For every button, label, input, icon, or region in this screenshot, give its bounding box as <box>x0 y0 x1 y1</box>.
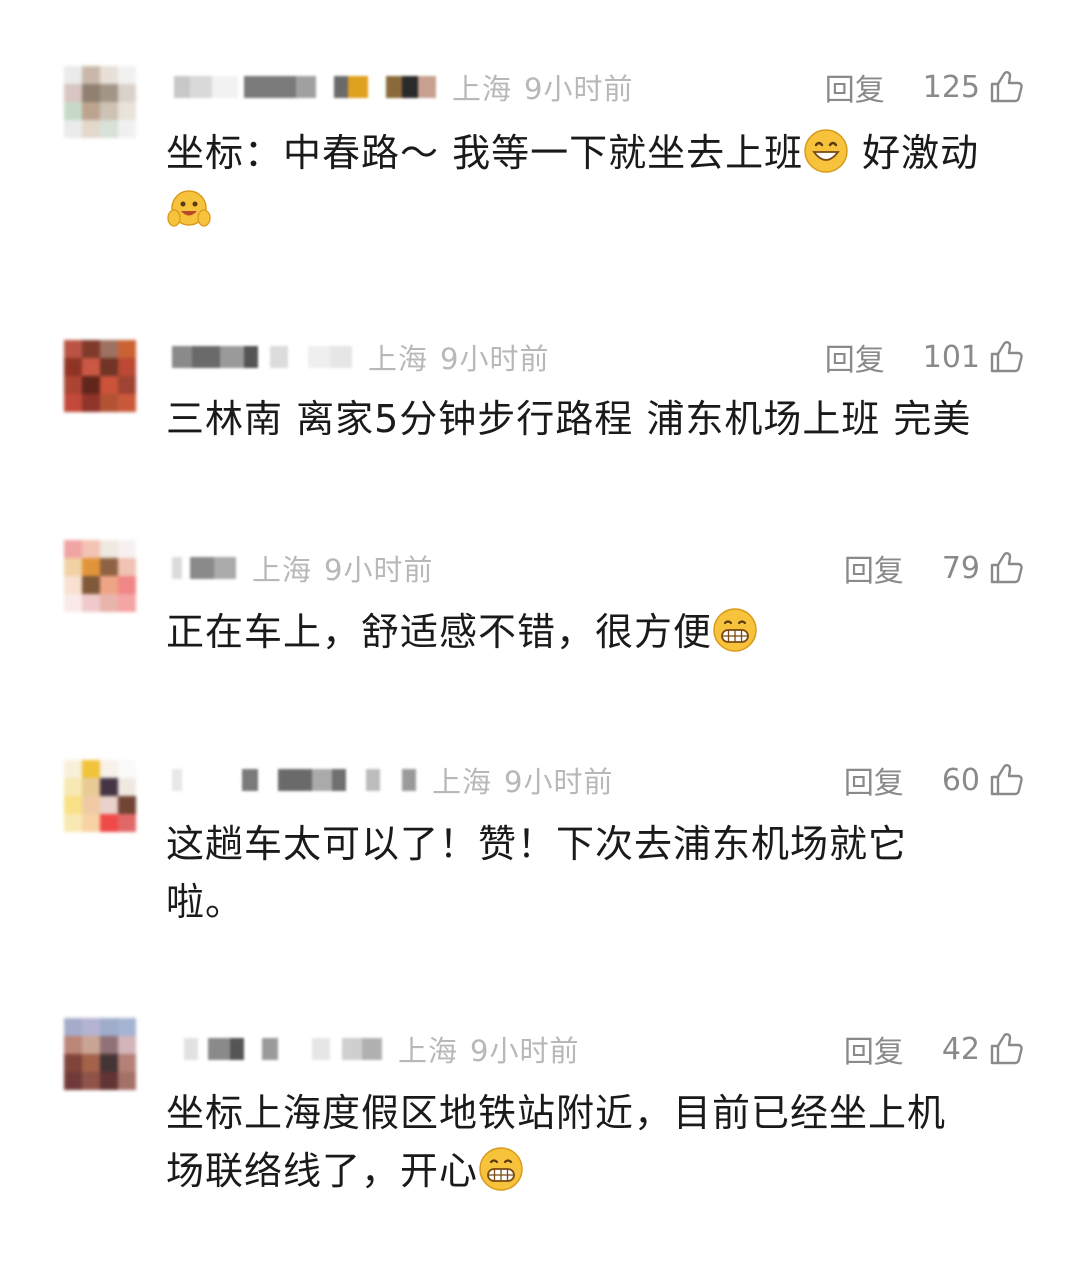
avatar[interactable] <box>64 760 136 832</box>
comment-actions: 回复 101 <box>825 335 1024 379</box>
like-count: 60 <box>941 762 980 798</box>
avatar[interactable] <box>64 540 136 612</box>
comment-text-part: 正在车上，舒适感不错，很方便 <box>166 610 713 654</box>
avatar[interactable] <box>64 340 136 412</box>
comment-meta: 上海 9小时前 <box>252 547 433 589</box>
comment-text-part: 坐标：中春路～ 我等一下就坐去上班 <box>166 131 804 175</box>
comment-header: 上海 9小时前 回复 79 <box>166 545 1024 591</box>
reply-button[interactable]: 回复 <box>844 546 904 590</box>
comment-meta: 上海 9小时前 <box>398 1028 579 1070</box>
comment-text: 正在车上，舒适感不错，很方便 <box>166 603 1024 661</box>
username-blurred[interactable] <box>166 337 352 377</box>
like-count: 101 <box>922 339 980 375</box>
username-blurred[interactable] <box>166 548 236 588</box>
avatar[interactable] <box>64 1018 136 1090</box>
like-count: 42 <box>941 1031 980 1067</box>
grimacing-emoji-icon <box>478 1146 524 1192</box>
location-label: 上海 <box>252 553 313 587</box>
grinning-emoji-icon <box>803 128 849 174</box>
time-label: 9小时前 <box>440 342 550 376</box>
comment-meta: 上海 9小时前 <box>432 759 613 801</box>
comment-text: 三林南 离家5分钟步行路程 浦东机场上班 完美 <box>166 397 972 441</box>
hands-up-emoji-icon <box>166 186 212 232</box>
like-count: 125 <box>922 69 980 105</box>
comment-text: 坐标：中春路～ 我等一下就坐去上班 好激动 <box>166 124 1024 240</box>
comment-text-line: 场联络线了，开心 <box>166 1149 479 1193</box>
comment-text-line: 啦。 <box>166 880 245 924</box>
comment-actions: 回复 60 <box>844 758 1024 802</box>
comment-actions: 回复 125 <box>825 65 1024 109</box>
username-blurred[interactable] <box>166 67 436 107</box>
comment-header: 上海 9小时前 回复 60 <box>166 757 1024 803</box>
time-label: 9小时前 <box>504 765 614 799</box>
location-label: 上海 <box>368 342 429 376</box>
grimacing-emoji-icon <box>712 607 758 653</box>
location-label: 上海 <box>452 72 513 106</box>
comment-text-line: 这趟车太可以了！赞！下次去浦东机场就它 <box>166 822 908 866</box>
like-count: 79 <box>941 550 980 586</box>
avatar[interactable] <box>64 66 136 138</box>
username-blurred[interactable] <box>166 1029 382 1069</box>
time-label: 9小时前 <box>324 553 434 587</box>
comment-meta: 上海 9小时前 <box>368 336 549 378</box>
comment-text: 坐标上海度假区地铁站附近，目前已经坐上机 场联络线了，开心 <box>166 1084 1024 1200</box>
thumbs-up-icon[interactable] <box>988 69 1024 105</box>
thumbs-up-icon[interactable] <box>988 550 1024 586</box>
comment-actions: 回复 79 <box>844 546 1024 590</box>
thumbs-up-icon[interactable] <box>988 339 1024 375</box>
comment-text-line: 坐标上海度假区地铁站附近，目前已经坐上机 <box>166 1091 947 1135</box>
comment-header: 上海 9小时前 回复 101 <box>166 334 1024 380</box>
reply-button[interactable]: 回复 <box>825 65 885 109</box>
reply-button[interactable]: 回复 <box>844 1027 904 1071</box>
comment-text-part: 好激动 <box>849 131 980 175</box>
reply-button[interactable]: 回复 <box>844 758 904 802</box>
username-blurred[interactable] <box>166 760 416 800</box>
comment-header: 上海 9小时前 回复 125 <box>166 64 1024 110</box>
thumbs-up-icon[interactable] <box>988 762 1024 798</box>
location-label: 上海 <box>432 765 493 799</box>
thumbs-up-icon[interactable] <box>988 1031 1024 1067</box>
time-label: 9小时前 <box>524 72 634 106</box>
comment-meta: 上海 9小时前 <box>452 66 633 108</box>
reply-button[interactable]: 回复 <box>825 335 885 379</box>
location-label: 上海 <box>398 1034 459 1068</box>
comment-actions: 回复 42 <box>844 1027 1024 1071</box>
time-label: 9小时前 <box>470 1034 580 1068</box>
comment-text: 这趟车太可以了！赞！下次去浦东机场就它 啦。 <box>166 815 1024 931</box>
comment-header: 上海 9小时前 回复 42 <box>166 1026 1024 1072</box>
